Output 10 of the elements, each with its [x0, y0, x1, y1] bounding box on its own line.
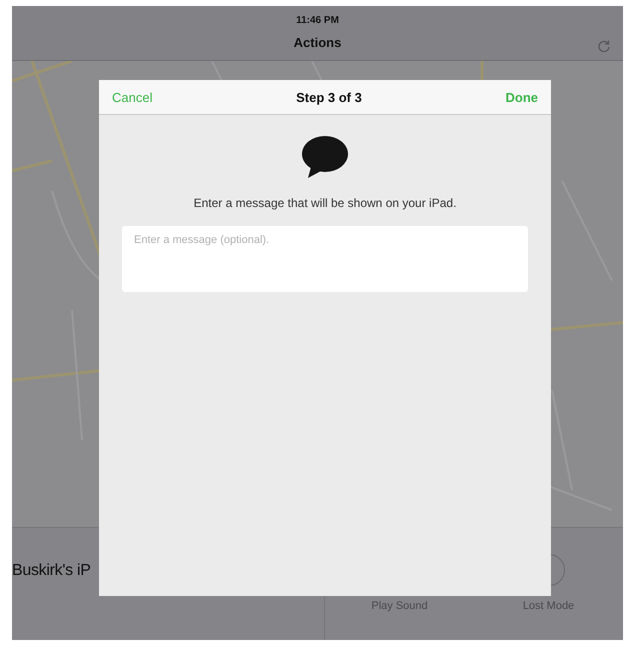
- message-field[interactable]: Enter a message (optional).: [122, 226, 528, 292]
- refresh-icon[interactable]: [597, 39, 611, 53]
- navigation-title: Actions: [294, 35, 342, 50]
- device-name: Buskirk's iP: [12, 562, 91, 580]
- status-time: 11:46 PM: [296, 15, 339, 26]
- cancel-button[interactable]: Cancel: [112, 90, 152, 104]
- dialog-title: Step 3 of 3: [296, 90, 362, 104]
- done-button[interactable]: Done: [506, 90, 538, 104]
- speech-bubble-icon: [301, 135, 349, 179]
- dialog-prompt: Enter a message that will be shown on your iPad.: [192, 196, 458, 210]
